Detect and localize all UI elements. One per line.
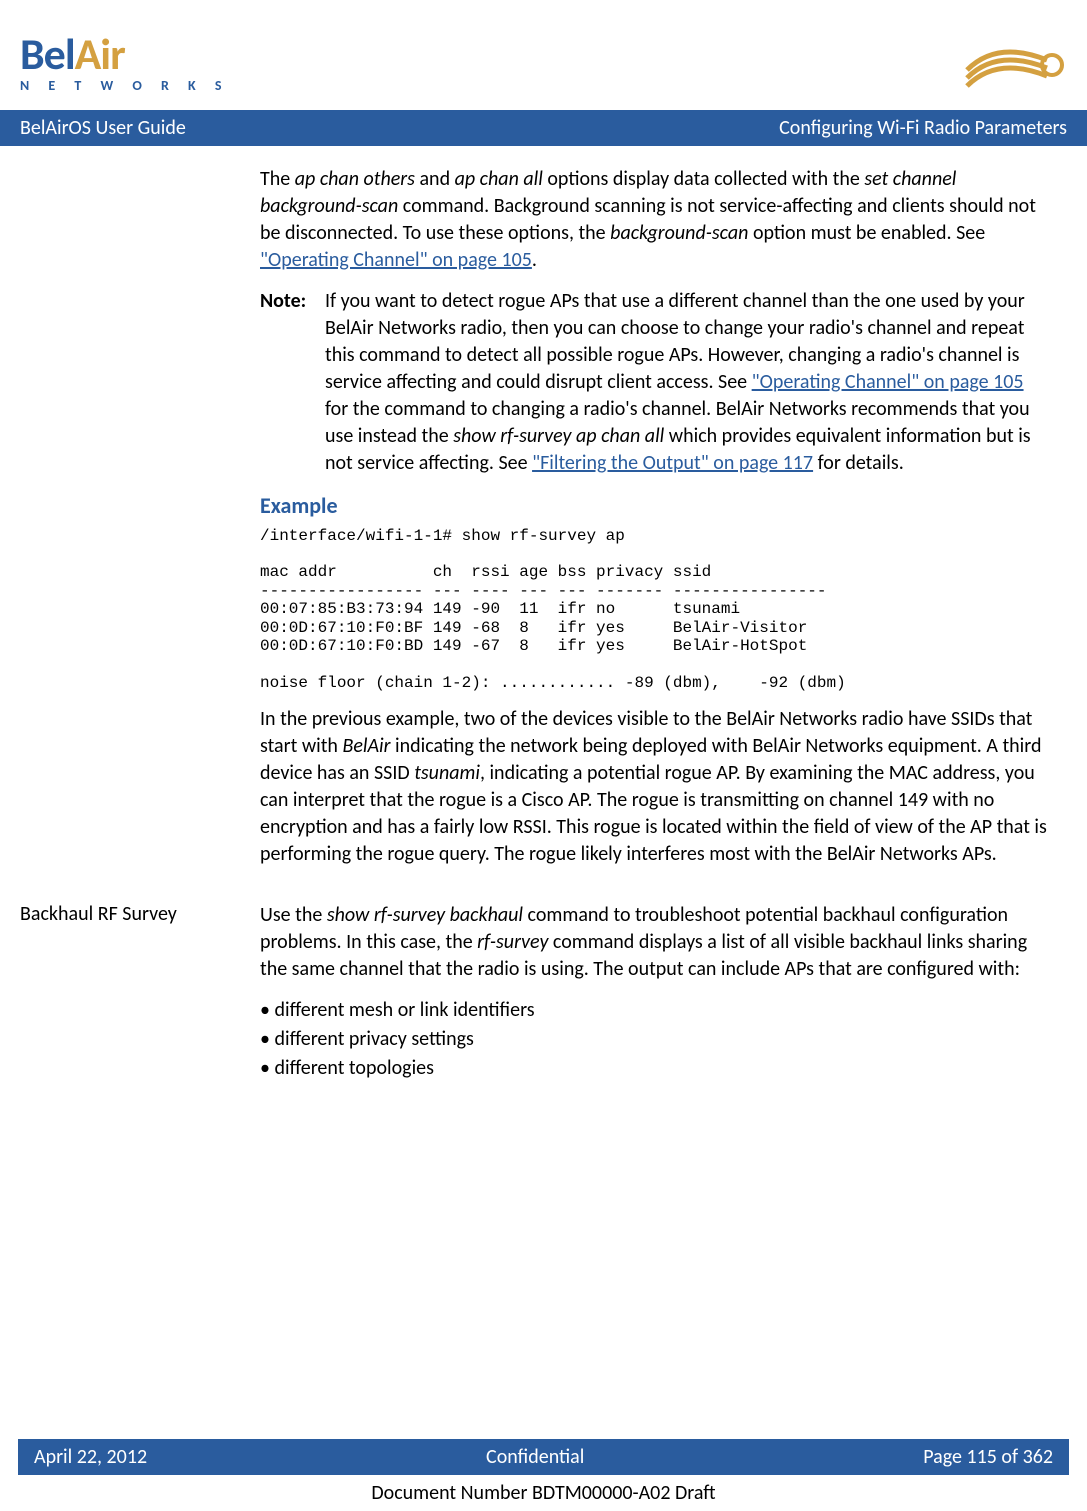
title-bar: BelAirOS User Guide Configuring Wi-Fi Ra… <box>0 110 1087 146</box>
list-item: different privacy settings <box>260 1026 1047 1053</box>
note-label: Note: <box>260 288 325 477</box>
note-block: Note: If you want to detect rogue APs th… <box>260 288 1047 477</box>
logo-bel-text: Bel <box>20 27 75 81</box>
footer-bar: April 22, 2012 Confidential Page 115 of … <box>18 1439 1069 1475</box>
logo-air-text: Air <box>75 27 125 81</box>
bullet-list: different mesh or link identifiers diffe… <box>260 997 1047 1082</box>
chapter-title: Configuring Wi-Fi Radio Parameters <box>779 116 1067 140</box>
paragraph-backhaul: Use the show rf-survey backhaul command … <box>260 902 1047 983</box>
link-operating-channel-1[interactable]: "Operating Channel" on page 105 <box>260 248 532 272</box>
document-number: Document Number BDTM00000-A02 Draft <box>0 1481 1087 1505</box>
list-item: different mesh or link identifiers <box>260 997 1047 1024</box>
guide-title: BelAirOS User Guide <box>20 116 186 140</box>
code-block: /interface/wifi-1-1# show rf-survey ap m… <box>260 527 1047 693</box>
list-item: different topologies <box>260 1055 1047 1082</box>
link-operating-channel-2[interactable]: "Operating Channel" on page 105 <box>752 370 1024 394</box>
link-filtering-output[interactable]: "Filtering the Output" on page 117 <box>532 451 813 475</box>
logo-networks-text: N E T W O R K S <box>20 77 229 94</box>
page-header: BelAir N E T W O R K S <box>0 0 1087 110</box>
paragraph-intro: The ap chan others and ap chan all optio… <box>260 166 1047 274</box>
example-heading: Example <box>260 491 1047 521</box>
belair-logo: BelAir N E T W O R K S <box>20 27 229 94</box>
paragraph-example-explain: In the previous example, two of the devi… <box>260 706 1047 868</box>
section-heading-backhaul: Backhaul RF Survey <box>20 902 260 926</box>
footer-confidential: Confidential <box>486 1445 584 1469</box>
footer-page: Page 115 of 362 <box>923 1445 1053 1469</box>
wave-icon <box>957 20 1067 100</box>
footer-date: April 22, 2012 <box>34 1445 147 1469</box>
